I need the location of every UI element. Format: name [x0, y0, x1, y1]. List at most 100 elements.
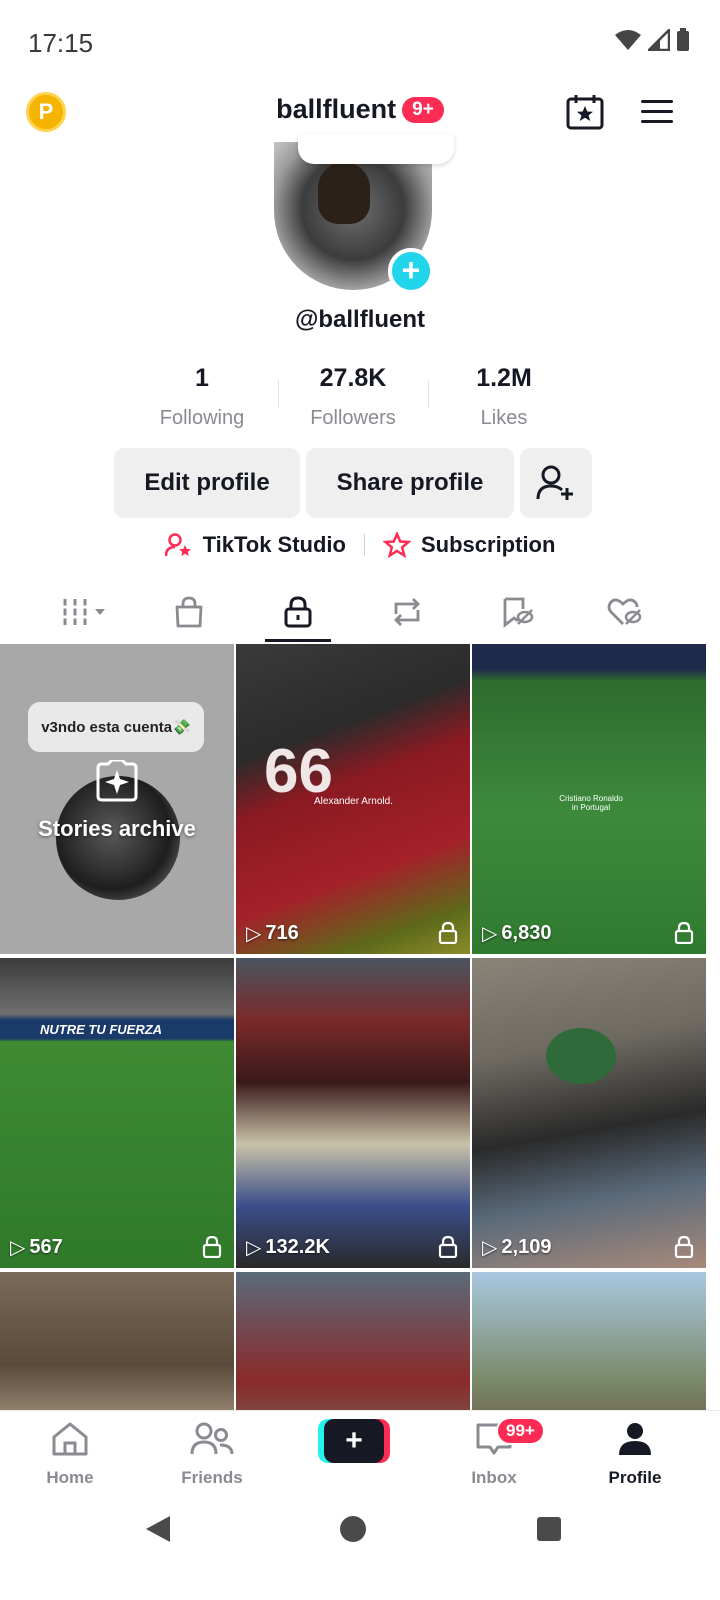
stat-following-label: Following [159, 407, 245, 429]
lock-icon [284, 596, 312, 628]
video-thumbnail[interactable] [472, 1272, 706, 1410]
home-icon [52, 1422, 88, 1456]
active-tab-indicator [265, 639, 331, 642]
view-count-value: 716 [265, 922, 299, 944]
share-profile-button[interactable]: Share profile [306, 448, 514, 518]
edit-profile-button[interactable]: Edit profile [114, 448, 300, 518]
lock-icon [674, 1236, 694, 1258]
archive-sparkle-icon [96, 760, 138, 802]
status-time: 17:15 [28, 28, 94, 58]
friends-icon [190, 1422, 234, 1455]
tab-videos[interactable] [50, 584, 120, 640]
stat-likes-value: 1.2M [476, 364, 532, 392]
nav-inbox[interactable]: 99+ Inbox [444, 1417, 545, 1488]
video-thumbnail[interactable] [236, 1272, 470, 1410]
view-count-value: 567 [29, 1236, 63, 1258]
video-caption: Cristiano Ronaldo in Portugal [559, 794, 623, 812]
stat-followers-label: Followers [310, 407, 396, 429]
tiktok-studio-link[interactable]: TikTok Studio [203, 532, 346, 558]
back-icon[interactable] [144, 1514, 172, 1544]
video-thumbnail[interactable] [0, 1272, 234, 1410]
tab-private[interactable] [263, 584, 333, 640]
stat-following-value: 1 [195, 364, 209, 392]
studio-person-star-icon [164, 533, 191, 557]
stat-followers[interactable]: 27.8K Followers [273, 364, 433, 430]
nav-home-label: Home [46, 1468, 94, 1487]
stories-archive-label: Stories archive [38, 816, 196, 841]
play-icon: ▷ [482, 923, 498, 945]
create-button[interactable]: + [318, 1419, 390, 1463]
recents-icon[interactable] [536, 1516, 562, 1542]
tab-liked[interactable] [590, 584, 660, 640]
plus-icon: + [324, 1419, 384, 1463]
stat-following[interactable]: 1 Following [122, 364, 282, 430]
grid-dropdown-icon [61, 599, 105, 625]
avatar-note-bubble[interactable] [298, 134, 454, 164]
nav-friends[interactable]: Friends [162, 1421, 262, 1488]
home-circle-icon[interactable] [338, 1514, 368, 1544]
thumbnail-object [546, 1028, 616, 1084]
profile-handle: @ballfluent [294, 306, 426, 333]
profile-avatar[interactable]: + [274, 134, 454, 294]
calendar-star-icon[interactable] [566, 94, 604, 130]
view-count-value: 6,830 [501, 922, 552, 944]
status-bar: 17:15 [0, 0, 720, 84]
lock-icon [674, 922, 694, 944]
menu-icon[interactable] [640, 98, 674, 126]
view-count: ▷ 716 [246, 921, 299, 946]
lock-icon [438, 1236, 458, 1258]
signal-icon [648, 29, 670, 51]
nav-friends-label: Friends [181, 1468, 243, 1487]
nav-inbox-label: Inbox [471, 1468, 517, 1487]
video-thumbnail[interactable]: ▷ 132.2K [236, 958, 470, 1268]
account-badge: 9+ [402, 97, 444, 123]
heart-hidden-icon [607, 598, 642, 625]
subscription-star-icon [382, 532, 411, 558]
add-story-button[interactable]: + [388, 248, 434, 294]
bookmark-hidden-icon [503, 597, 534, 628]
video-thumbnail[interactable]: Cristiano Ronaldo in Portugal ▷ 6,830 [472, 644, 706, 954]
links-divider [363, 534, 365, 556]
profile-icon [619, 1423, 651, 1455]
video-thumbnail[interactable]: NUTRE TU FUERZA ▷ 567 [0, 958, 234, 1268]
shopping-bag-icon [175, 596, 203, 628]
inbox-badge: 99+ [496, 1417, 545, 1445]
system-navigation [0, 1494, 720, 1600]
profile-links: TikTok Studio Subscription [0, 532, 720, 558]
nav-profile-label: Profile [608, 1468, 662, 1487]
subscription-link[interactable]: Subscription [421, 532, 555, 558]
video-thumbnail[interactable]: ▷ 2,109 [472, 958, 706, 1268]
stat-likes[interactable]: 1.2M Likes [424, 364, 584, 430]
stat-followers-value: 27.8K [319, 364, 387, 392]
view-count: ▷ 132.2K [246, 1235, 330, 1260]
view-count: ▷ 567 [10, 1235, 63, 1260]
play-icon: ▷ [482, 1237, 498, 1259]
archive-note-bubble: v3ndo esta cuenta💸 [28, 702, 204, 752]
add-person-icon [536, 465, 573, 500]
stories-archive-tile[interactable]: v3ndo esta cuenta💸 Stories archive [0, 644, 234, 954]
content-tabs [0, 584, 720, 644]
tab-reposts[interactable] [372, 584, 442, 640]
add-friend-button[interactable] [520, 448, 592, 518]
play-icon: ▷ [246, 1237, 262, 1259]
lock-icon [202, 1236, 222, 1258]
view-count-value: 2,109 [501, 1236, 552, 1258]
view-count-value: 132.2K [265, 1236, 330, 1258]
video-grid: v3ndo esta cuenta💸 Stories archive 66 Al… [0, 644, 720, 1410]
header-username: ballfluent [276, 94, 397, 124]
repost-icon [394, 598, 420, 626]
nav-profile[interactable]: Profile [585, 1421, 685, 1488]
video-caption: NUTRE TU FUERZA [40, 1022, 163, 1037]
lock-icon [438, 922, 458, 944]
video-caption: Alexander Arnold. [314, 796, 393, 807]
nav-home[interactable]: Home [20, 1421, 120, 1488]
tab-favorites[interactable] [482, 584, 552, 640]
play-icon: ▷ [246, 923, 262, 945]
status-icons [614, 28, 690, 52]
view-count: ▷ 2,109 [482, 1235, 551, 1260]
account-switcher[interactable]: ballfluent 9+ [0, 94, 720, 125]
video-thumbnail[interactable]: 66 Alexander Arnold. ▷ 716 [236, 644, 470, 954]
stat-likes-label: Likes [480, 407, 528, 429]
tab-shop[interactable] [154, 584, 224, 640]
play-icon: ▷ [10, 1237, 26, 1259]
